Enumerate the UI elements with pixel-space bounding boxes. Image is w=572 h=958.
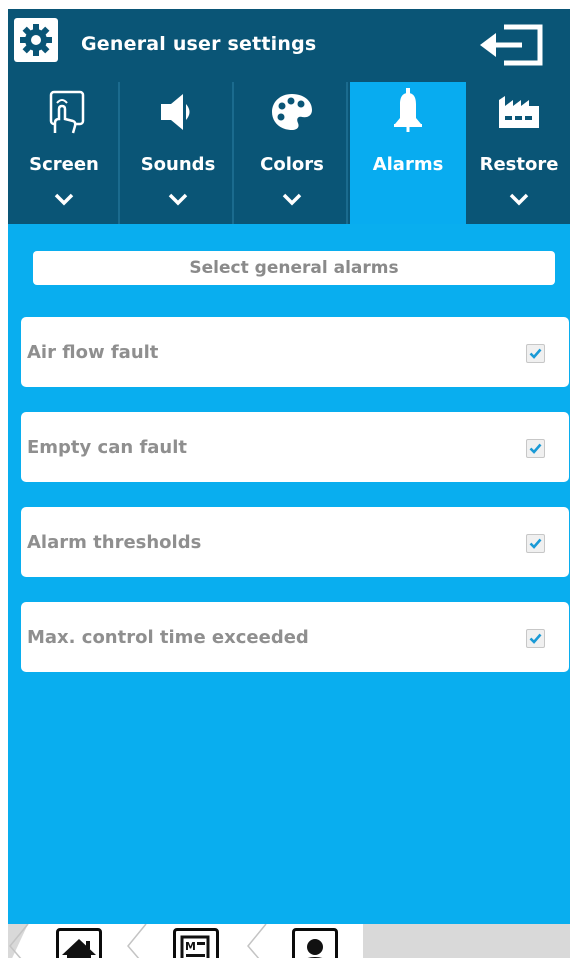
tab-alarms[interactable]: Alarms bbox=[350, 82, 466, 224]
tab-colors[interactable]: Colors bbox=[236, 82, 348, 224]
alarm-checkbox[interactable] bbox=[526, 344, 545, 363]
app-frame: General user settings Screen Sounds Colo… bbox=[8, 9, 570, 958]
tab-restore[interactable]: Restore bbox=[468, 82, 570, 224]
alarm-checkbox[interactable] bbox=[526, 629, 545, 648]
tab-divider bbox=[346, 82, 348, 224]
tab-label: Screen bbox=[29, 154, 99, 175]
tab-label: Colors bbox=[260, 154, 324, 175]
tab-label: Alarms bbox=[372, 154, 444, 175]
speaker-icon bbox=[122, 86, 234, 138]
bell-icon bbox=[350, 86, 466, 138]
factory-icon bbox=[468, 86, 570, 138]
tab-divider bbox=[232, 82, 234, 224]
alarms-panel: Select general alarms Air flow fault Emp… bbox=[8, 224, 570, 924]
user-icon[interactable] bbox=[292, 928, 338, 958]
logout-arrow-icon[interactable] bbox=[478, 23, 550, 67]
tab-divider bbox=[118, 82, 120, 224]
alarm-row-thresholds[interactable]: Alarm thresholds bbox=[21, 507, 569, 577]
chevron-down-icon bbox=[8, 192, 120, 216]
section-title: Select general alarms bbox=[33, 251, 555, 285]
alarm-row-air-flow[interactable]: Air flow fault bbox=[21, 317, 569, 387]
alarm-label: Air flow fault bbox=[27, 341, 159, 363]
header-bar: General user settings bbox=[8, 9, 570, 82]
alarm-checkbox[interactable] bbox=[526, 439, 545, 458]
chevron-down-icon bbox=[236, 192, 348, 216]
alarm-checkbox[interactable] bbox=[526, 534, 545, 553]
alarm-row-max-control-time[interactable]: Max. control time exceeded bbox=[21, 602, 569, 672]
home-icon[interactable] bbox=[56, 928, 102, 958]
svg-text:M: M bbox=[185, 940, 196, 953]
tab-sounds[interactable]: Sounds bbox=[122, 82, 234, 224]
chevron-down-icon bbox=[468, 192, 570, 216]
bottom-nav: M bbox=[8, 924, 570, 958]
gear-icon[interactable] bbox=[14, 18, 58, 62]
touch-screen-icon bbox=[8, 86, 120, 138]
palette-icon bbox=[236, 86, 348, 138]
tab-label: Restore bbox=[479, 154, 559, 175]
alarm-label: Alarm thresholds bbox=[27, 531, 202, 553]
settings-tab-bar: Screen Sounds Colors Alarms Restore bbox=[8, 82, 570, 224]
chevron-down-icon bbox=[122, 192, 234, 216]
alarm-label: Max. control time exceeded bbox=[27, 626, 309, 648]
page-title: General user settings bbox=[81, 33, 317, 55]
menu-document-icon[interactable]: M bbox=[173, 928, 219, 958]
alarm-label: Empty can fault bbox=[27, 436, 188, 458]
tab-label: Sounds bbox=[140, 154, 216, 175]
tab-screen[interactable]: Screen bbox=[8, 82, 120, 224]
alarm-row-empty-can[interactable]: Empty can fault bbox=[21, 412, 569, 482]
